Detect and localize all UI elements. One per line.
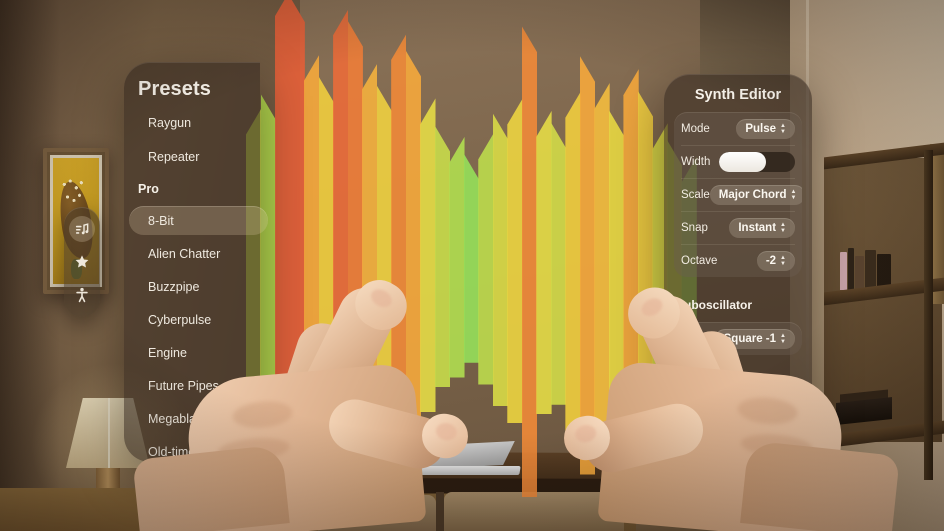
book [865, 250, 876, 290]
synth-row-octave: Octave -2 ▲ ▼ [674, 244, 802, 277]
stepper-snap[interactable]: Instant ▲ ▼ [729, 217, 795, 238]
lamp-seam [108, 398, 110, 468]
spectrum-bar [521, 26, 538, 498]
right-hand-pinch-gesture [540, 278, 900, 531]
preset-item-8-bit[interactable]: 8-Bit [124, 204, 268, 237]
synth-row-label: Scale [681, 188, 710, 201]
left-hand-pinch-gesture [132, 271, 480, 531]
oscillator-card: Mode Pulse ▲ ▼ Width Scale Major Chord ▲ ▼ Snap In… [674, 112, 802, 277]
preset-label: Engine [148, 345, 187, 360]
book [848, 248, 854, 290]
width-slider-fill [719, 151, 767, 172]
preset-label: Repeater [148, 150, 200, 164]
stepper-value: Pulse [745, 122, 777, 135]
stepper-octave[interactable]: -2 ▲ ▼ [756, 250, 795, 271]
preset-group-pro: Pro [124, 174, 260, 204]
synth-row-label: Snap [681, 221, 708, 234]
stepper-value: Instant [738, 221, 777, 234]
fingernail [573, 423, 598, 445]
preset-item-alien-chatter[interactable]: Alien Chatter [124, 237, 260, 270]
stepper-value: -2 [765, 254, 777, 267]
synth-row-width: Width [674, 145, 802, 178]
preset-label: 8-Bit [148, 213, 174, 228]
ar-scene: Presets Raygun Repeater Pro 8-Bit Alien Chat… [0, 0, 944, 531]
preset-item-repeater[interactable]: Repeater [124, 140, 260, 174]
fingernail [434, 421, 459, 443]
music-note-bars-icon[interactable] [69, 216, 95, 243]
spectrum-bar [478, 133, 494, 385]
chevron-updown-icon[interactable]: ▲ ▼ [780, 123, 786, 135]
synth-row-label: Width [681, 155, 711, 168]
knuckle-shading [231, 398, 294, 431]
synth-row-scale: Scale Major Chord ▲ ▼ [674, 178, 802, 211]
chevron-updown-icon[interactable]: ▲ ▼ [791, 189, 797, 201]
preset-label: Pro [138, 182, 159, 196]
synth-row-snap: Snap Instant ▲ ▼ [674, 211, 802, 244]
stepper-scale[interactable]: Major Chord ▲ ▼ [709, 184, 802, 205]
preset-label: Alien Chatter [148, 246, 221, 261]
synth-row-mode: Mode Pulse ▲ ▼ [674, 112, 802, 145]
fingernail [638, 294, 666, 320]
right-wrist [740, 440, 900, 531]
synth-editor-title: Synth Editor [694, 87, 782, 103]
fingernail [367, 285, 395, 311]
spectrum-bar [507, 98, 523, 423]
book [855, 256, 864, 290]
shelf-post [924, 150, 933, 480]
width-slider[interactable] [719, 151, 795, 172]
presets-title: Presets [138, 78, 211, 100]
chevron-updown-icon[interactable]: ▲ ▼ [780, 222, 786, 234]
preset-item-raygun[interactable]: Raygun [124, 106, 260, 140]
knuckle-shading [736, 395, 799, 427]
chevron-updown-icon[interactable]: ▲ ▼ [780, 255, 786, 267]
preset-label: Raygun [148, 116, 192, 130]
book [840, 252, 847, 290]
stepper-value: Major Chord [718, 188, 787, 201]
star-icon[interactable] [69, 249, 95, 275]
accessibility-icon[interactable] [69, 282, 95, 308]
synth-row-label: Mode [681, 122, 710, 135]
ornament-toolbar[interactable] [64, 207, 100, 317]
spectrum-bar [492, 113, 509, 407]
synth-row-label: Octave [681, 254, 718, 267]
left-wrist [132, 444, 290, 531]
stepper-mode[interactable]: Pulse ▲ ▼ [736, 118, 795, 139]
